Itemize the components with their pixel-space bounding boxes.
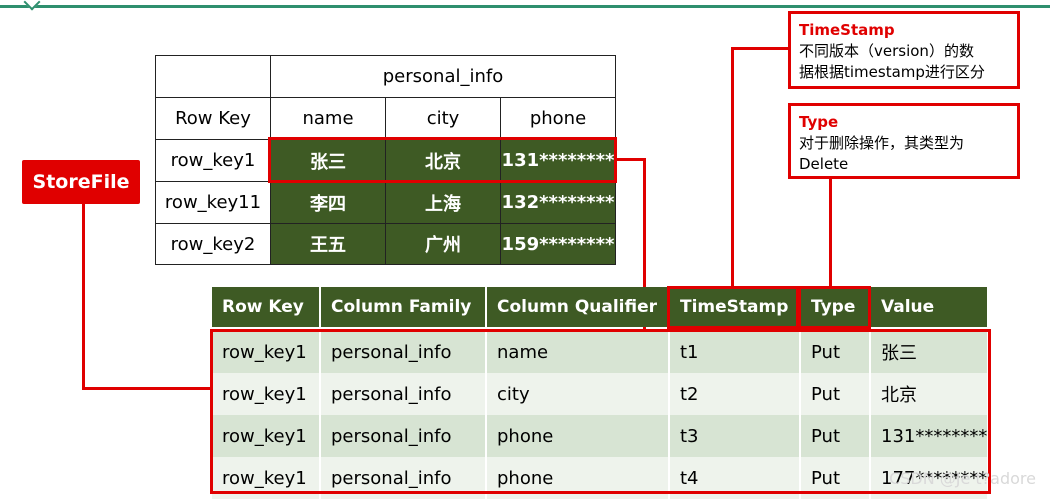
city-cell: 广州	[385, 223, 501, 265]
row-key-cell: row_key11	[155, 181, 271, 224]
phone-cell: 159********	[500, 223, 616, 265]
connector-line	[731, 47, 734, 287]
type-header-frame	[798, 286, 871, 329]
note-line: Delete	[799, 155, 849, 173]
connector-line	[616, 158, 646, 161]
note-line: 不同版本（version）的数	[799, 42, 974, 60]
row-key-cell: row_key2	[155, 223, 271, 265]
column-family-header: personal_info	[270, 55, 616, 98]
column-header-city: city	[385, 97, 501, 140]
storefile-label: StoreFile	[22, 160, 140, 204]
name-cell: 王五	[270, 223, 386, 265]
note-line: 对于删除操作，其类型为	[799, 134, 965, 152]
phone-cell: 132********	[500, 181, 616, 224]
timestamp-note: TimeStamp 不同版本（version）的数 据根据timestamp进行…	[788, 11, 1020, 89]
header-column-family: Column Family	[321, 287, 485, 327]
corner-cell	[155, 55, 271, 98]
connector-line	[82, 387, 212, 390]
column-header-name: name	[270, 97, 386, 140]
connector-line	[731, 47, 791, 50]
header-column-qualifier: Column Qualifier	[487, 287, 668, 327]
row-key-cell: row_key1	[155, 139, 271, 182]
connector-line	[82, 204, 85, 390]
header-value: Value	[871, 287, 987, 327]
row-highlight-frame	[268, 137, 617, 183]
connector-line	[829, 179, 832, 287]
timestamp-header-frame	[667, 286, 799, 329]
top-divider-line	[0, 5, 1050, 8]
header-row-key: Row Key	[212, 287, 319, 327]
note-line: 据根据timestamp进行区分	[799, 63, 985, 81]
city-cell: 上海	[385, 181, 501, 224]
watermark: CSDN @Je t?adore	[889, 469, 1036, 488]
note-title: TimeStamp	[799, 21, 895, 39]
note-title: Type	[799, 113, 839, 131]
column-header-phone: phone	[500, 97, 616, 140]
type-note: Type 对于删除操作，其类型为 Delete	[788, 103, 1020, 179]
name-cell: 李四	[270, 181, 386, 224]
storefile-data-frame	[210, 329, 991, 494]
row-key-header: Row Key	[155, 97, 271, 140]
